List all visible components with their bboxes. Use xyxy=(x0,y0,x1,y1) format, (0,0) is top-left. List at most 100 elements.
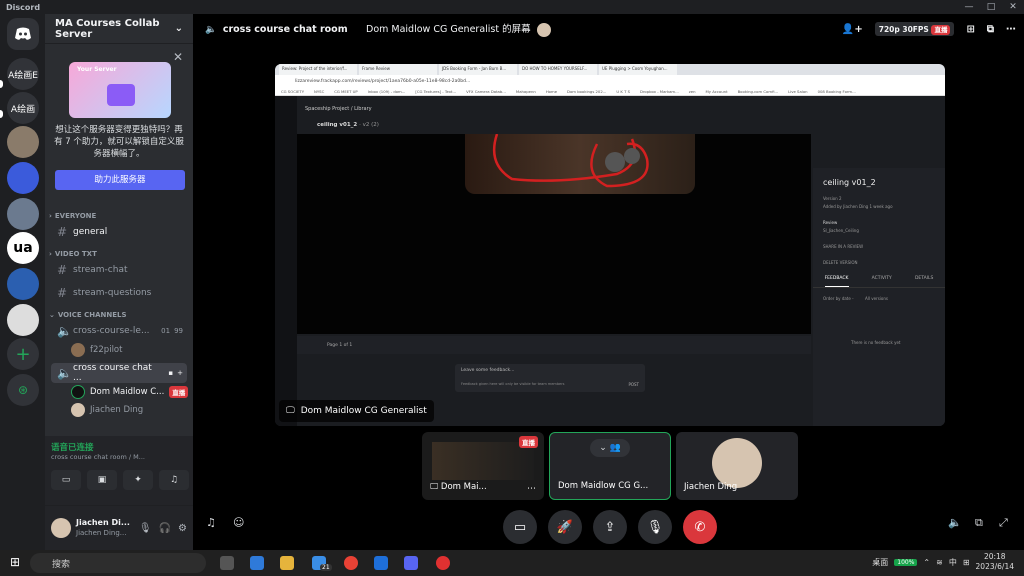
voice-channel-1[interactable]: 🔈 cross-course-le... 01 99 xyxy=(51,321,187,341)
bookmark: NYSC xyxy=(314,88,325,94)
camera-button[interactable]: ▭ xyxy=(51,470,81,490)
chevron-down-icon[interactable]: ⌄ 👥 xyxy=(590,439,630,457)
windows-start-icon[interactable]: ⊞ xyxy=(10,555,20,569)
browser-tab: Frame Review xyxy=(359,64,437,75)
popout-icon[interactable]: ⧉ xyxy=(975,516,983,530)
order-dropdown[interactable]: Order by date - xyxy=(823,296,854,301)
microphone-button[interactable]: 🎙 xyxy=(638,510,672,544)
clock[interactable]: 20:18 2023/6/14 xyxy=(976,552,1014,572)
voice-connection-panel: 语音已连接 cross course chat room / M... ▭ ▣ … xyxy=(45,436,193,506)
voice-channel-path[interactable]: cross course chat room / M... xyxy=(51,453,145,461)
app-icon[interactable] xyxy=(374,556,388,570)
chevron-up-icon[interactable]: ⌃ xyxy=(923,558,930,567)
server-icon[interactable] xyxy=(7,304,39,336)
server-icon[interactable]: ua xyxy=(7,232,39,264)
store-icon[interactable] xyxy=(250,556,264,570)
voice-channel-2[interactable]: 🔈 cross course chat ... ▪ + xyxy=(51,363,187,383)
add-server-icon[interactable]: + xyxy=(7,338,39,370)
soundboard-icon[interactable]: ♫ xyxy=(206,516,216,529)
activity-button[interactable]: 🚀 xyxy=(548,510,582,544)
channel-sidebar: MA Courses Collab Server ⌄ ✕ Your Server… xyxy=(45,14,193,550)
more-icon[interactable]: ⋯ xyxy=(527,484,536,494)
close-button[interactable]: ✕ xyxy=(1002,0,1024,14)
feedback-box[interactable]: Leave some feedback... Feedback given he… xyxy=(455,364,645,392)
window-titlebar: Discord — □ ✕ xyxy=(0,0,1024,14)
grid-icon[interactable]: ⊞ xyxy=(963,558,970,567)
battery-indicator[interactable]: 100% xyxy=(894,558,918,566)
taskbar-search[interactable]: 搜索 xyxy=(30,553,206,573)
fullscreen-icon[interactable]: ⤢ xyxy=(999,516,1008,530)
boost-button[interactable]: 助力此服务器 xyxy=(55,170,185,190)
guild-header[interactable]: MA Courses Collab Server ⌄ xyxy=(45,14,193,44)
voice-user[interactable]: Dom Maidlow C... 直播 xyxy=(71,383,193,401)
share-screen-button[interactable]: ▣ xyxy=(87,470,117,490)
participant-tile[interactable]: 直播 🖵 Dom Mai... ⋯ xyxy=(422,432,544,500)
maximize-button[interactable]: □ xyxy=(980,0,1002,14)
bookmark: 008 Booking Form... xyxy=(817,88,856,94)
server-icon[interactable] xyxy=(7,268,39,300)
category-everyone[interactable]: › EVERYONE xyxy=(45,210,193,222)
tab-activity[interactable]: ACTIVITY xyxy=(872,276,892,287)
category-voice[interactable]: ⌄ VOICE CHANNELS xyxy=(45,309,193,321)
server-label: A绘画E xyxy=(8,70,38,81)
soundboard-button[interactable]: ♫ xyxy=(159,470,189,490)
delete-version-button[interactable]: DELETE VERSION xyxy=(823,260,858,265)
participant-tile[interactable]: ⌄ 👥 Dom Maidlow CG G... xyxy=(549,432,671,500)
user-tag: Jiachen Ding... xyxy=(76,529,127,537)
chrome-icon[interactable] xyxy=(344,556,358,570)
close-icon[interactable]: ✕ xyxy=(173,50,183,64)
tab-feedback[interactable]: FEEDBACK xyxy=(824,276,849,287)
server-icon[interactable] xyxy=(7,126,39,158)
disconnect-button[interactable]: ✆ xyxy=(683,510,717,544)
discord-taskbar-icon[interactable] xyxy=(404,556,418,570)
grid-icon[interactable]: ⊞ xyxy=(966,24,974,35)
participant-tile[interactable]: Jiachen Ding xyxy=(676,432,798,500)
record-icon[interactable] xyxy=(436,556,450,570)
channel-stream-questions[interactable]: # stream-questions xyxy=(51,283,187,303)
discord-home-icon[interactable] xyxy=(7,18,39,50)
folder-icon[interactable] xyxy=(280,556,294,570)
popout-icon[interactable]: ⧉ xyxy=(987,24,994,35)
server-icon[interactable]: A绘画 xyxy=(7,92,39,124)
server-icon[interactable] xyxy=(7,162,39,194)
avatar xyxy=(536,22,551,37)
category-video[interactable]: › VIDEO TXT xyxy=(45,248,193,260)
browser-tab: JDS Booking Form - Jan Burn B... xyxy=(439,64,517,75)
avatar[interactable] xyxy=(51,518,71,538)
server-icon[interactable] xyxy=(7,198,39,230)
channel-general[interactable]: # general xyxy=(51,222,187,242)
microphone-icon[interactable]: 🎙 xyxy=(139,523,152,534)
server-label: A绘画 xyxy=(10,104,36,115)
headphones-icon[interactable]: 🎧 xyxy=(159,523,171,534)
post-button[interactable]: POST xyxy=(628,382,639,387)
volume-icon[interactable]: 🔈 xyxy=(948,516,962,529)
task-view-icon[interactable] xyxy=(220,556,234,570)
share-review-button[interactable]: SHARE IN A REVIEW xyxy=(823,244,863,249)
screen-owner-label: 🖵 Dom Maidlow CG Generalist xyxy=(279,400,434,422)
ime-indicator[interactable]: 中 xyxy=(949,557,957,568)
add-user-icon[interactable]: 👤+ xyxy=(842,24,863,35)
desktop-label[interactable]: 桌面 xyxy=(872,557,888,568)
tab-details[interactable]: DETAILS xyxy=(915,276,933,287)
activity-button[interactable]: ✦ xyxy=(123,470,153,490)
gear-icon[interactable]: ⚙ xyxy=(178,523,187,534)
stream-title-text: Dom Maidlow CG Generalist 的屏幕 xyxy=(366,24,531,36)
share-screen-button[interactable]: ⇪ xyxy=(593,510,627,544)
wifi-icon[interactable]: ≋ xyxy=(936,558,943,567)
camera-button[interactable]: ▭ xyxy=(503,510,537,544)
shared-screen[interactable]: Review: Project of the interior/f... Fra… xyxy=(275,64,945,426)
voice-user[interactable]: f22pilot xyxy=(71,341,193,359)
more-icon[interactable]: ⋯ xyxy=(1006,24,1016,35)
minimize-button[interactable]: — xyxy=(958,0,980,14)
image-viewer xyxy=(297,134,811,334)
invite-icon[interactable]: + xyxy=(177,369,183,377)
emoji-icon[interactable]: ☺ xyxy=(233,516,244,529)
chat-icon[interactable]: ▪ xyxy=(168,369,173,377)
tile-name: Dom Mai... xyxy=(440,482,487,492)
voice-user[interactable]: Jiachen Ding xyxy=(71,401,193,419)
all-versions-checkbox[interactable]: All versions xyxy=(865,296,888,301)
channel-stream-chat[interactable]: # stream-chat xyxy=(51,260,187,280)
server-icon[interactable]: A绘画E xyxy=(7,58,39,90)
feedback-input[interactable]: Leave some feedback... xyxy=(461,368,514,373)
explore-icon[interactable]: ⊛ xyxy=(7,374,39,406)
